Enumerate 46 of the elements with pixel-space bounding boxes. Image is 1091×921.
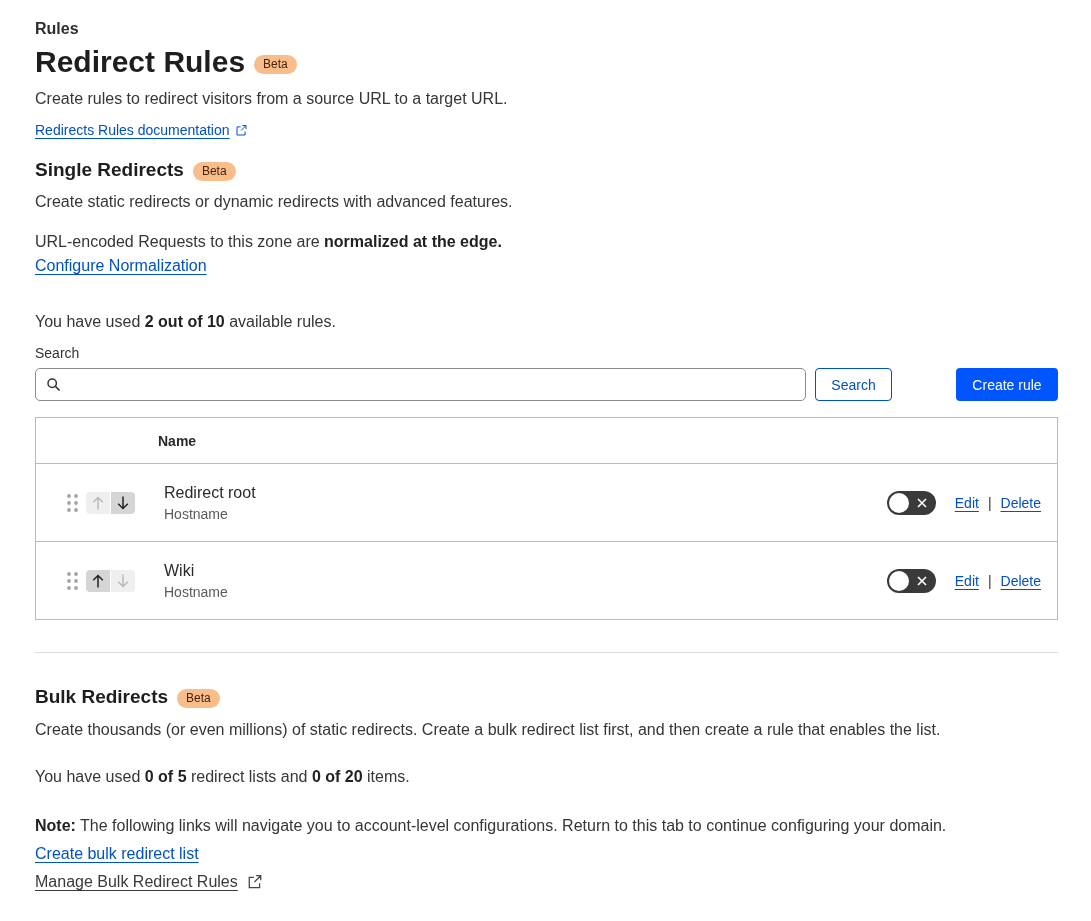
- normalization-notice: URL-encoded Requests to this zone are normalized at the edge.: [35, 232, 503, 252]
- rule-type: Hostname: [164, 582, 228, 602]
- note-text: Note: The following links will navigate you to account-level configurations. Return to this tab to continue configuring your domain.: [35, 816, 948, 836]
- delete-link[interactable]: Delete: [1000, 570, 1041, 591]
- link-separator: |: [987, 571, 992, 591]
- create-rule-button[interactable]: Create rule: [956, 368, 1058, 401]
- move-up-button[interactable]: [86, 569, 110, 592]
- cross-icon: [916, 497, 927, 508]
- breadcrumb-label: Rules: [35, 19, 80, 39]
- section-title: Single Redirects: [35, 158, 184, 182]
- drag-handle-icon[interactable]: [67, 493, 78, 512]
- delete-link[interactable]: Delete: [1000, 492, 1041, 513]
- search-button[interactable]: Search: [815, 368, 892, 401]
- toggle-switch[interactable]: [886, 568, 936, 593]
- beta-badge: Beta: [254, 54, 297, 74]
- search-label: Search: [35, 344, 81, 363]
- toggle-switch[interactable]: [886, 490, 936, 515]
- rule-type: Hostname: [164, 504, 229, 524]
- documentation-link[interactable]: Redirects Rules documentation: [35, 120, 247, 140]
- section-title: Bulk Redirects: [35, 685, 169, 709]
- edit-link[interactable]: Edit: [954, 492, 979, 513]
- page-title: Redirect Rules: [35, 44, 246, 80]
- configure-normalization-link[interactable]: Configure Normalization: [35, 257, 207, 274]
- drag-handle-icon[interactable]: [67, 571, 78, 590]
- search-field[interactable]: [35, 368, 806, 401]
- beta-badge: Beta: [192, 161, 236, 181]
- column-header: Name: [158, 432, 197, 449]
- search-icon: [47, 378, 60, 391]
- usage-text: You have used 0 of 5 redirect lists and 0 of 20 items.: [35, 767, 411, 787]
- link-separator: |: [987, 493, 992, 513]
- arrow-up-icon: [92, 495, 104, 510]
- rule-name: Wiki: [164, 560, 196, 581]
- arrow-up-icon: [92, 573, 104, 588]
- page-description: Create rules to redirect visitors from a source URL to a target URL.: [35, 89, 509, 109]
- arrow-down-icon: [117, 573, 129, 588]
- section-description: Create thousands (or even millions) of static redirects. Create a bulk redirect list first, and then create a rule that enables the list.: [35, 720, 942, 740]
- edit-link[interactable]: Edit: [954, 570, 979, 591]
- move-down-button[interactable]: [111, 491, 135, 514]
- arrow-down-icon: [117, 495, 129, 510]
- beta-badge: Beta: [177, 688, 220, 708]
- text-link[interactable]: Manage Bulk Redirect Rules: [35, 870, 262, 894]
- usage-text: You have used 2 out of 10 available rules.: [35, 312, 337, 332]
- rule-name: Redirect root: [164, 482, 256, 503]
- cross-icon: [916, 575, 927, 586]
- text-link[interactable]: Create bulk redirect list: [35, 842, 199, 866]
- section-description: Create static redirects or dynamic redirects with advanced features.: [35, 192, 514, 212]
